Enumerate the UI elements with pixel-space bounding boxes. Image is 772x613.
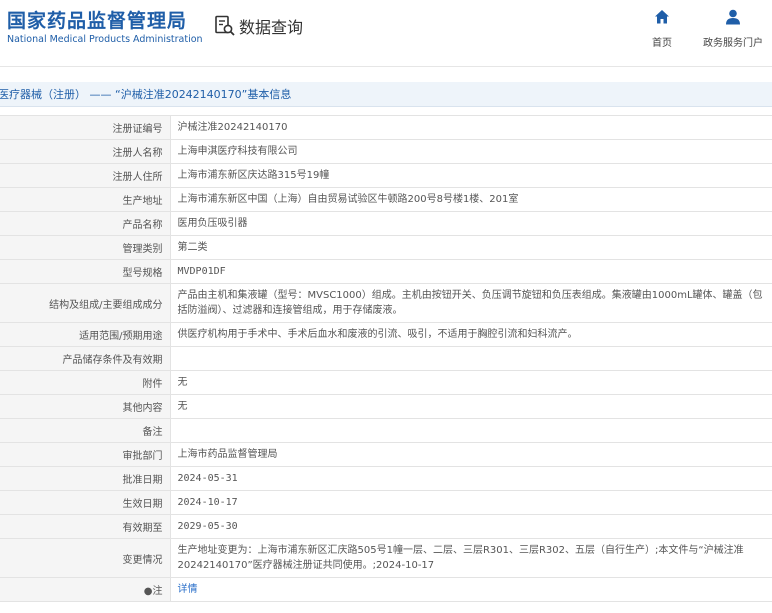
field-value: 上海申淇医疗科技有限公司	[170, 139, 772, 164]
table-row: 备注	[0, 418, 772, 443]
table-row: 有效期至 2029-05-30	[0, 514, 772, 539]
field-value: 详情	[170, 577, 772, 602]
field-label: 结构及组成/主要组成成分	[0, 283, 171, 323]
table-row: 产品名称 医用负压吸引器	[0, 211, 772, 236]
field-value: MVDP01DF	[170, 259, 772, 284]
field-value: 生产地址变更为：上海市浦东新区汇庆路505号1幢一层、二层、三层R301、三层R…	[170, 538, 772, 578]
field-label: 审批部门	[0, 442, 171, 467]
field-label: 适用范围/预期用途	[0, 322, 171, 347]
table-row: 注册人名称 上海申淇医疗科技有限公司	[0, 139, 772, 164]
field-value	[170, 346, 772, 371]
table-row: 变更情况 生产地址变更为：上海市浦东新区汇庆路505号1幢一层、二层、三层R30…	[0, 538, 772, 578]
table-row: 注册证编号 沪械注准20242140170	[0, 115, 772, 140]
field-label: 批准日期	[0, 466, 171, 491]
field-label: 注册人名称	[0, 139, 171, 164]
field-value: 无	[170, 394, 772, 419]
field-value	[170, 418, 772, 443]
site-logo-title[interactable]: 国家药品监督管理局	[7, 6, 187, 33]
table-row: 管理类别 第二类	[0, 235, 772, 260]
field-label: 注册人住所	[0, 163, 171, 188]
field-label: 其他内容	[0, 394, 171, 419]
site-logo-subtitle: National Medical Products Administration	[7, 34, 203, 45]
field-label: 产品储存条件及有效期	[0, 346, 171, 371]
table-row: 型号规格 MVDP01DF	[0, 259, 772, 284]
table-row: 适用范围/预期用途 供医疗机构用于手术中、手术后血水和废液的引流、吸引，不适用于…	[0, 322, 772, 347]
record-title-bar: 医疗器械（注册） —— “沪械注准20242140170”基本信息	[0, 82, 772, 107]
field-label: 备注	[0, 418, 171, 443]
table-row: 其他内容 无	[0, 394, 772, 419]
field-label: 注册证编号	[0, 115, 171, 140]
field-label: 生效日期	[0, 490, 171, 515]
table-row: 产品储存条件及有效期	[0, 346, 772, 371]
field-value: 产品由主机和集液罐（型号：MVSC1000）组成。主机由按钮开关、负压调节旋钮和…	[170, 283, 772, 323]
table-row: 附件 无	[0, 370, 772, 395]
field-value: 上海市浦东新区中国（上海）自由贸易试验区牛顿路200号8号楼1楼、201室	[170, 187, 772, 212]
field-label: 变更情况	[0, 538, 171, 578]
table-row: ●注 详情	[0, 577, 772, 602]
data-query-label: 数据查询	[239, 18, 304, 37]
field-label: ●注	[0, 577, 171, 602]
field-label: 生产地址	[0, 187, 171, 212]
home-icon	[645, 8, 679, 30]
table-row: 结构及组成/主要组成成分 产品由主机和集液罐（型号：MVSC1000）组成。主机…	[0, 283, 772, 323]
field-label: 附件	[0, 370, 171, 395]
field-label: 型号规格	[0, 259, 171, 284]
field-value: 无	[170, 370, 772, 395]
details-link[interactable]: 详情	[178, 584, 198, 595]
nav-gov-service-portal[interactable]: 政务服务门户	[701, 8, 765, 49]
field-label: 产品名称	[0, 211, 171, 236]
field-value: 上海市浦东新区庆达路315号19幢	[170, 163, 772, 188]
table-row: 生效日期 2024-10-17	[0, 490, 772, 515]
table-row: 批准日期 2024-05-31	[0, 466, 772, 491]
field-value: 沪械注准20242140170	[170, 115, 772, 140]
nav-home-label: 首页	[652, 38, 672, 49]
field-value: 2029-05-30	[170, 514, 772, 539]
field-value: 供医疗机构用于手术中、手术后血水和废液的引流、吸引，不适用于胸腔引流和妇科流产。	[170, 322, 772, 347]
field-label: 管理类别	[0, 235, 171, 260]
nav-gov-label: 政务服务门户	[703, 38, 763, 49]
table-row: 生产地址 上海市浦东新区中国（上海）自由贸易试验区牛顿路200号8号楼1楼、20…	[0, 187, 772, 212]
field-value: 第二类	[170, 235, 772, 260]
table-row: 注册人住所 上海市浦东新区庆达路315号19幢	[0, 163, 772, 188]
data-query-heading: 数据查询	[214, 14, 303, 38]
field-value: 医用负压吸引器	[170, 211, 772, 236]
nav-home[interactable]: 首页	[645, 8, 679, 49]
user-icon	[701, 8, 765, 30]
field-value: 上海市药品监督管理局	[170, 442, 772, 467]
field-value: 2024-05-31	[170, 466, 772, 491]
registration-detail-table: 注册证编号 沪械注准20242140170 注册人名称 上海申淇医疗科技有限公司…	[0, 115, 772, 602]
record-title: 医疗器械（注册） —— “沪械注准20242140170”基本信息	[0, 88, 292, 101]
document-search-icon	[214, 15, 236, 37]
field-value: 2024-10-17	[170, 490, 772, 515]
field-label: 有效期至	[0, 514, 171, 539]
table-row: 审批部门 上海市药品监督管理局	[0, 442, 772, 467]
site-header: 国家药品监督管理局 National Medical Products Admi…	[0, 0, 772, 67]
